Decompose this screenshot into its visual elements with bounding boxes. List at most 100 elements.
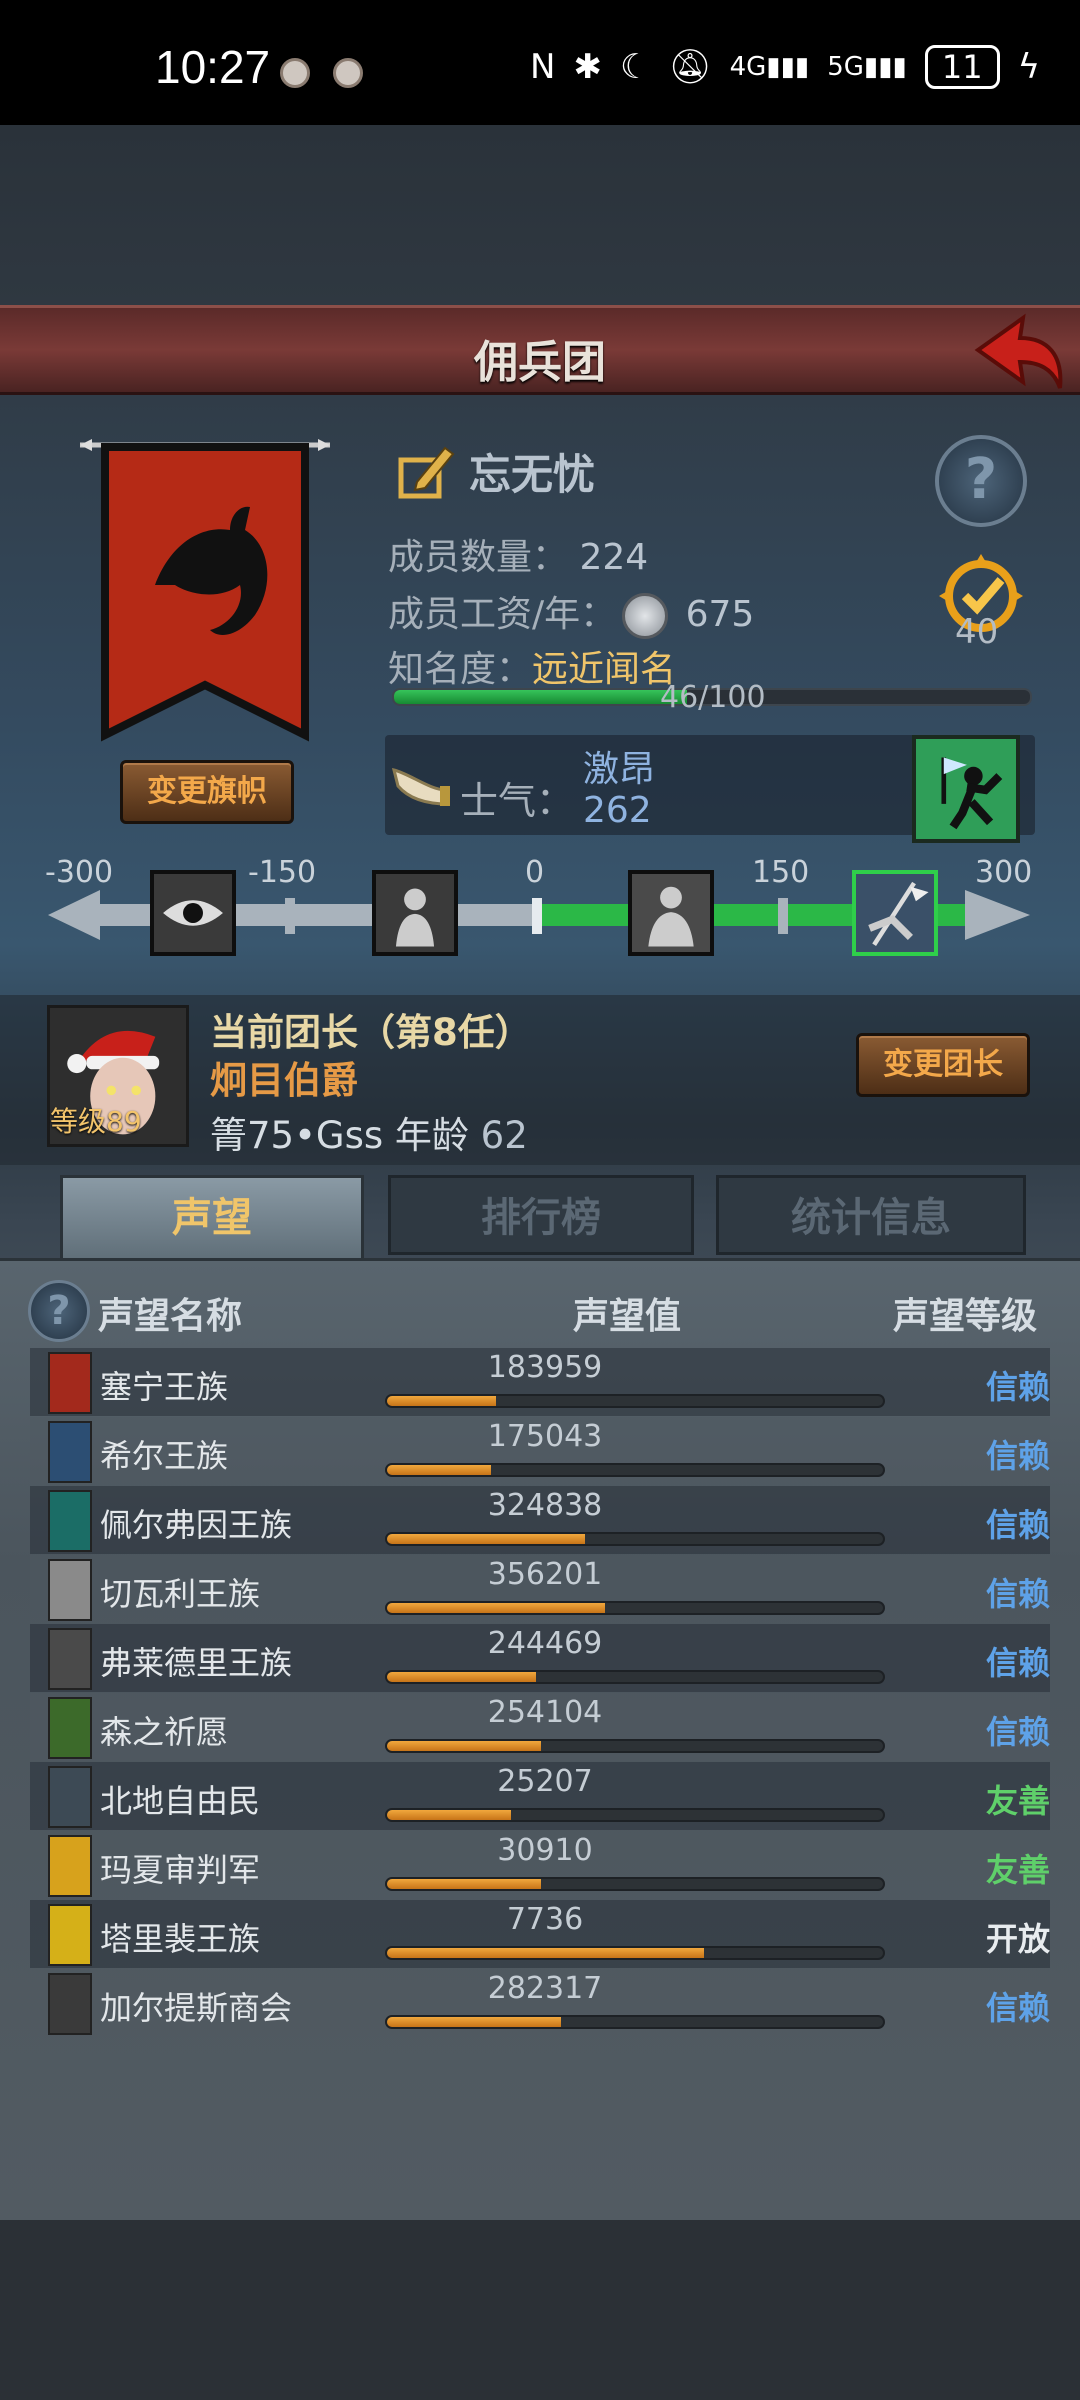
faction-emblem-icon bbox=[48, 1835, 92, 1897]
table-row[interactable]: 佩尔弗因王族 324838 信赖 bbox=[30, 1486, 1050, 1554]
charging-icon: ϟ bbox=[1017, 47, 1040, 87]
reputation-help-button[interactable]: ? bbox=[28, 1280, 90, 1342]
fame-value: 远近闻名 bbox=[532, 649, 677, 690]
reputation-level: 信赖 bbox=[985, 1368, 1050, 1406]
leader-name: 炯目伯爵 bbox=[210, 1059, 358, 1102]
reputation-progress-bar bbox=[385, 1946, 885, 1960]
table-row[interactable]: 希尔王族 175043 信赖 bbox=[30, 1417, 1050, 1485]
fame-progress-text: 46/100 bbox=[660, 680, 766, 715]
reputation-level: 信赖 bbox=[985, 1644, 1050, 1682]
reputation-value: 282317 bbox=[487, 1971, 603, 2006]
morale-high-track-icon[interactable] bbox=[852, 870, 938, 956]
reputation-level: 信赖 bbox=[985, 1713, 1050, 1751]
faction-emblem-icon bbox=[48, 1766, 92, 1828]
edit-name-icon[interactable] bbox=[395, 440, 457, 502]
faction-name: 切瓦利王族 bbox=[100, 1575, 261, 1613]
silver-coin-icon bbox=[622, 593, 669, 639]
column-header-name: 声望名称 bbox=[98, 1296, 243, 1337]
faction-emblem-icon bbox=[48, 1904, 92, 1966]
reputation-value: 7736 bbox=[506, 1902, 584, 1937]
morale-normal-icon[interactable] bbox=[628, 870, 714, 956]
status-bar: 10:27 N ✱ ☾ 🔕︎ 4G▮▮▮ 5G▮▮▮ 11 ϟ bbox=[0, 0, 1080, 125]
table-row[interactable]: 玛夏审判军 30910 友善 bbox=[30, 1831, 1050, 1899]
reputation-value: 356201 bbox=[487, 1557, 603, 1592]
faction-emblem-icon bbox=[48, 1559, 92, 1621]
reputation-progress-bar bbox=[385, 2015, 885, 2029]
table-row[interactable]: 加尔提斯商会 282317 信赖 bbox=[30, 1969, 1050, 2037]
moon-icon: ☾ bbox=[619, 47, 651, 87]
help-button[interactable]: ? bbox=[935, 435, 1027, 527]
notification-icon bbox=[333, 58, 363, 88]
guild-name: 忘无忧 bbox=[469, 449, 596, 499]
faction-emblem-icon bbox=[48, 1352, 92, 1414]
faction-emblem-icon bbox=[48, 1697, 92, 1759]
morale-despair-icon[interactable] bbox=[150, 870, 236, 956]
reputation-progress-bar bbox=[385, 1601, 885, 1615]
morale-high-icon[interactable] bbox=[912, 735, 1020, 843]
morale-label: 士气： bbox=[460, 779, 575, 823]
title-bar: 佣兵团 bbox=[0, 305, 1080, 395]
reputation-value: 183959 bbox=[487, 1350, 603, 1385]
reputation-value: 175043 bbox=[487, 1419, 603, 1454]
table-row[interactable]: 塞宁王族 183959 信赖 bbox=[30, 1348, 1050, 1416]
table-row[interactable]: 北地自由民 25207 友善 bbox=[30, 1762, 1050, 1830]
leader-info-prefix: 箐75•Gss bbox=[210, 1114, 384, 1157]
system-icons: N ✱ ☾ 🔕︎ 4G▮▮▮ 5G▮▮▮ 11 ϟ bbox=[530, 45, 1040, 89]
tab-statistics[interactable]: 统计信息 bbox=[716, 1175, 1026, 1255]
mute-icon: 🔕︎ bbox=[668, 47, 712, 87]
reputation-progress-fill bbox=[387, 1810, 511, 1820]
faction-name: 塞宁王族 bbox=[100, 1368, 229, 1406]
change-leader-button[interactable]: 变更团长 bbox=[856, 1033, 1030, 1097]
back-arrow-icon[interactable] bbox=[968, 310, 1068, 396]
table-row[interactable]: 切瓦利王族 356201 信赖 bbox=[30, 1555, 1050, 1623]
reputation-progress-fill bbox=[387, 1534, 586, 1544]
reputation-value: 30910 bbox=[497, 1833, 593, 1868]
members-value: 224 bbox=[579, 537, 649, 578]
faction-name: 玛夏审判军 bbox=[100, 1851, 261, 1889]
reputation-level: 友善 bbox=[985, 1851, 1050, 1889]
fame-progress-fill bbox=[394, 690, 687, 704]
signal-4g-icon: 4G▮▮▮ bbox=[729, 52, 810, 82]
reputation-progress-bar bbox=[385, 1670, 885, 1684]
faction-emblem-icon bbox=[48, 1490, 92, 1552]
horn-icon bbox=[391, 767, 450, 806]
track-tick-label: -150 bbox=[248, 855, 317, 890]
reputation-value: 244469 bbox=[487, 1626, 603, 1661]
reputation-level: 开放 bbox=[985, 1920, 1050, 1958]
reputation-level: 信赖 bbox=[985, 1989, 1050, 2027]
reputation-progress-fill bbox=[387, 1603, 606, 1613]
notification-icon bbox=[280, 58, 310, 88]
tab-ranking[interactable]: 排行榜 bbox=[388, 1175, 694, 1255]
reputation-progress-fill bbox=[387, 1948, 705, 1958]
members-stat: 成员数量： 224 bbox=[388, 528, 648, 580]
reputation-progress-bar bbox=[385, 1877, 885, 1891]
clock: 10:27 bbox=[155, 41, 271, 93]
leader-title: 当前团长（第8任） bbox=[210, 1011, 532, 1054]
column-header-level: 声望等级 bbox=[893, 1296, 1038, 1337]
reputation-progress-fill bbox=[387, 1465, 492, 1475]
reputation-progress-fill bbox=[387, 1672, 536, 1682]
faction-emblem-icon bbox=[48, 1421, 92, 1483]
faction-name: 加尔提斯商会 bbox=[100, 1989, 293, 2027]
table-row[interactable]: 弗莱德里王族 244469 信赖 bbox=[30, 1624, 1050, 1692]
table-row[interactable]: 塔里裴王族 7736 开放 bbox=[30, 1900, 1050, 1968]
morale-low-icon[interactable] bbox=[372, 870, 458, 956]
track-tick-label: 300 bbox=[975, 855, 1033, 890]
members-label: 成员数量： bbox=[388, 537, 569, 578]
reputation-value: 25207 bbox=[497, 1764, 593, 1799]
faction-emblem-icon bbox=[48, 1628, 92, 1690]
fame-stat: 知名度：远近闻名 bbox=[388, 640, 676, 692]
leader-age-label: 年龄 bbox=[394, 1114, 469, 1157]
faction-name: 希尔王族 bbox=[100, 1437, 229, 1475]
faction-name: 北地自由民 bbox=[100, 1782, 261, 1820]
leader-info: 箐75•Gss 年龄 62 bbox=[210, 1105, 528, 1159]
morale-value: 262 bbox=[583, 790, 652, 831]
guild-name-row: 忘无忧 bbox=[395, 440, 595, 502]
page-title: 佣兵团 bbox=[474, 337, 606, 388]
salary-label: 成员工资/年： bbox=[388, 594, 617, 635]
change-banner-button[interactable]: 变更旗帜 bbox=[120, 760, 294, 824]
morale-state: 激昂 bbox=[583, 749, 656, 790]
tab-reputation[interactable]: 声望 bbox=[60, 1175, 364, 1260]
reputation-value: 324838 bbox=[487, 1488, 603, 1523]
table-row[interactable]: 森之祈愿 254104 信赖 bbox=[30, 1693, 1050, 1761]
